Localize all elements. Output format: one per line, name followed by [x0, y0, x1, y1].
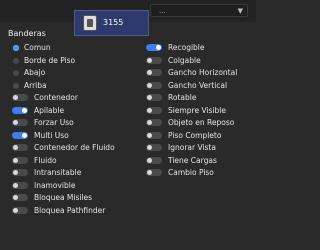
flag-label: Fluido: [34, 155, 57, 165]
toggle-switch[interactable]: [12, 94, 28, 101]
flag-label: Borde de Piso: [24, 55, 76, 65]
flag-label: Gancho Vertical: [168, 80, 228, 90]
toggle-switch[interactable]: [12, 144, 28, 151]
flag-label: Tiene Cargas: [168, 155, 217, 165]
toggle-switch[interactable]: [146, 106, 162, 114]
toggle-switch[interactable]: [12, 194, 28, 201]
toggle-switch[interactable]: [146, 119, 162, 126]
type-dropdown-value: ...: [159, 7, 166, 15]
toggle-switch[interactable]: [12, 156, 28, 164]
toggle-switch[interactable]: [146, 144, 162, 151]
flag-label: Objeto en Reposo: [168, 118, 235, 127]
item-popup[interactable]: 3155: [74, 10, 149, 36]
toggle-switch[interactable]: [12, 106, 28, 114]
toggle-switch[interactable]: [146, 69, 162, 76]
toggle-switch[interactable]: [12, 119, 28, 126]
flag-label: Bloquea Misiles: [34, 193, 93, 202]
toggle-switch[interactable]: [12, 131, 28, 139]
radio-button[interactable]: [13, 82, 19, 89]
flag-label: Rotable: [168, 93, 197, 102]
toggle-switch[interactable]: [12, 206, 28, 214]
flag-label: Arriba: [24, 80, 47, 90]
flag-label: Intransitable: [34, 168, 82, 177]
flag-label: Apilable: [34, 105, 65, 115]
flag-label: Contenedor: [34, 93, 78, 102]
flag-label: Inamovible: [34, 180, 76, 190]
flag-label: Piso Completo: [168, 130, 222, 140]
flag-label: Gancho Horizontal: [168, 68, 238, 77]
toggle-switch[interactable]: [146, 169, 162, 176]
item-id-label: 3155: [103, 18, 124, 27]
toggle-switch[interactable]: [146, 131, 162, 139]
chevron-down-icon: ▼: [237, 7, 243, 15]
toggle-switch[interactable]: [12, 169, 28, 176]
toggle-switch[interactable]: [146, 81, 162, 89]
flag-label: Cambio Piso: [168, 168, 214, 177]
flag-label: Bloquea Pathfinder: [34, 205, 106, 215]
flag-label: Comun: [24, 43, 51, 52]
flag-label: Ignorar Vista: [168, 143, 216, 152]
flag-label: Abajo: [24, 68, 46, 77]
toggle-switch[interactable]: [12, 181, 28, 189]
radio-button[interactable]: [13, 45, 19, 51]
toggle-switch[interactable]: [146, 56, 162, 64]
flag-label: Siempre Visible: [168, 105, 226, 115]
toggle-switch[interactable]: [146, 94, 162, 101]
toggle-switch[interactable]: [146, 44, 162, 51]
section-title: Banderas: [8, 29, 46, 38]
flag-label: Contenedor de Fluido: [34, 143, 115, 152]
item-sprite-icon: [83, 15, 97, 31]
flag-label: Forzar Uso: [34, 118, 74, 127]
flag-label: Colgable: [168, 55, 201, 65]
flag-label: Recogible: [168, 43, 205, 52]
type-dropdown[interactable]: ... ▼: [150, 4, 248, 17]
flag-label: Multi Uso: [34, 130, 69, 140]
radio-button[interactable]: [13, 57, 19, 64]
toggle-switch[interactable]: [146, 156, 162, 164]
radio-button[interactable]: [13, 70, 19, 76]
